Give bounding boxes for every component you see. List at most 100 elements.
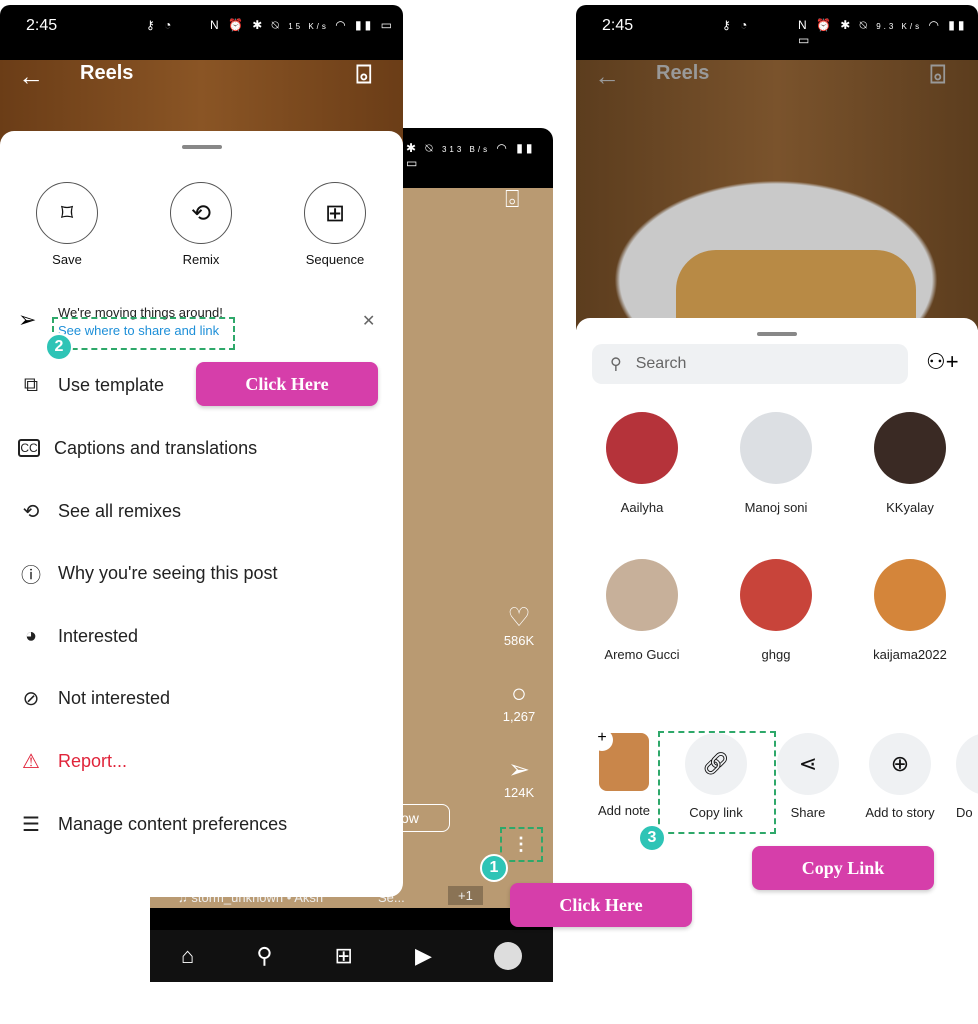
status-time: 2:45: [602, 17, 634, 34]
remix-icon: ⟲: [170, 182, 232, 244]
avatar: [874, 559, 946, 631]
camera-icon[interactable]: ⌻: [356, 59, 372, 91]
share-button[interactable]: ⋖ Share: [768, 733, 848, 820]
sequence-button[interactable]: ⊞ Sequence: [285, 182, 385, 267]
heart-icon: ♡: [507, 602, 531, 632]
comment-icon: ○: [511, 678, 527, 708]
phone-options-screen: 2:45 ⚷ ◔ N ⏰ ✱ ⍉ 15 K/s ◠ ▮▮ ▭ ← Reels ⌻…: [0, 5, 403, 897]
page-title: Reels: [656, 62, 710, 84]
sequence-label: Sequence: [305, 252, 365, 267]
action-label: Do: [956, 805, 973, 820]
bookmark-icon: ⌑: [36, 182, 98, 244]
menu-label: Not interested: [58, 687, 171, 708]
contact-item[interactable]: kaijama2022: [850, 559, 970, 662]
comment-count: 1,267: [502, 709, 536, 724]
contact-name: kaijama2022: [873, 647, 947, 662]
contact-item[interactable]: KKyalay: [850, 412, 970, 515]
action-label: Add note: [597, 803, 651, 818]
menu-item-interested[interactable]: ◕ Interested: [18, 621, 138, 651]
menu-label: See all remixes: [58, 500, 182, 521]
menu-label: Interested: [58, 625, 139, 646]
contact-item[interactable]: ghgg: [716, 559, 836, 662]
menu-item-see-remixes[interactable]: ⟲ See all remixes: [18, 496, 181, 526]
close-icon[interactable]: ✕: [362, 311, 375, 331]
like-button[interactable]: ♡ 586K: [499, 602, 539, 648]
contact-name: Aremo Gucci: [604, 647, 680, 662]
back-arrow-icon[interactable]: ←: [18, 61, 44, 92]
contact-item[interactable]: Manoj soni: [716, 412, 836, 515]
menu-item-why-seeing[interactable]: ⓘ Why you're seeing this post: [18, 558, 278, 588]
click-here-callout-1: Click Here: [196, 362, 378, 406]
step-badge-3: 3: [638, 824, 666, 852]
plus-count[interactable]: +1: [448, 886, 483, 905]
profile-icon[interactable]: [493, 942, 522, 970]
menu-item-captions[interactable]: CC Captions and translations: [18, 433, 257, 463]
contact-name: Aailyha: [620, 500, 664, 515]
status-bar: 2:45 ⚷ ◔ N ⏰ ✱ ⍉ 9.3 K/s ◠ ▮▮ ▭: [576, 5, 978, 60]
camera-icon[interactable]: ⌻: [930, 59, 946, 91]
status-icons: ⚷ ◔: [146, 18, 175, 32]
page-title: Reels: [80, 62, 134, 84]
report-icon: ⚠: [22, 750, 40, 773]
status-icons: ⚷ ◔: [722, 18, 751, 32]
menu-label: Manage content preferences: [58, 813, 288, 834]
contact-name: KKyalay: [886, 500, 934, 515]
status-time: 2:45: [26, 17, 58, 34]
sliders-icon: ☰: [22, 813, 40, 836]
add-to-story-button[interactable]: ⊕ Add to story: [860, 733, 940, 820]
create-icon[interactable]: ⊞: [335, 943, 353, 969]
sheet-handle[interactable]: [757, 332, 797, 336]
menu-item-use-template[interactable]: ⧉ Use template: [18, 370, 164, 400]
remix-label: Remix: [182, 252, 220, 267]
contact-item[interactable]: Aremo Gucci: [582, 559, 702, 662]
menu-label: Report...: [58, 750, 128, 771]
sheet-handle[interactable]: [181, 145, 222, 149]
reels-icon[interactable]: ▶: [415, 943, 432, 969]
menu-item-manage-preferences[interactable]: ☰ Manage content preferences: [18, 809, 287, 839]
camera-icon[interactable]: ⌻: [505, 186, 519, 214]
eye-icon: ◕: [24, 624, 38, 647]
save-button[interactable]: ⌑ Save: [17, 182, 117, 267]
search-input[interactable]: ⚲ Search: [592, 344, 908, 384]
avatar: [874, 412, 946, 484]
menu-item-report[interactable]: ⚠ Report...: [18, 746, 127, 776]
send-icon: ➢: [18, 307, 37, 332]
search-icon[interactable]: ⚲: [256, 943, 272, 969]
menu-label: Use template: [58, 374, 165, 395]
download-icon: [956, 733, 978, 795]
home-icon[interactable]: ⌂: [181, 943, 194, 969]
add-note-button[interactable]: + Add note: [586, 729, 662, 818]
search-placeholder: Search: [635, 355, 687, 372]
avatar: [606, 412, 678, 484]
contact-name: Manoj soni: [744, 500, 808, 515]
download-button[interactable]: Do: [956, 733, 978, 820]
send-icon: ➢: [508, 754, 530, 784]
click-here-callout-2: Click Here: [510, 883, 692, 927]
contact-name: ghgg: [761, 647, 791, 662]
status-icons: ✱ ⍉ 313 B/s ◠ ▮▮ ▭: [406, 141, 536, 170]
step-badge-2: 2: [45, 333, 73, 361]
status-icons-right: N ⏰ ✱ ⍉ 15 K/s ◠ ▮▮ ▭: [210, 18, 395, 32]
status-icons-right: N ⏰ ✱ ⍉ 9.3 K/s ◠ ▮▮ ▭: [798, 18, 968, 47]
share-icon: ⋖: [777, 733, 839, 795]
comment-button[interactable]: ○ 1,267: [499, 678, 539, 724]
highlight-share-link: [52, 317, 235, 350]
status-bar: 2:45 ⚷ ◔ N ⏰ ✱ ⍉ 15 K/s ◠ ▮▮ ▭: [0, 5, 403, 60]
avatar: [740, 412, 812, 484]
action-label: Share: [790, 805, 826, 820]
menu-label: Captions and translations: [54, 437, 258, 458]
phone-share-screen: 2:45 ⚷ ◔ N ⏰ ✱ ⍉ 9.3 K/s ◠ ▮▮ ▭ ← Reels …: [576, 5, 978, 865]
note-thumbnail: +: [591, 729, 649, 791]
menu-item-not-interested[interactable]: ⊘ Not interested: [18, 683, 170, 713]
contact-item[interactable]: Aailyha: [582, 412, 702, 515]
share-count: 124K: [503, 785, 535, 800]
avatar: [606, 559, 678, 631]
remix-button[interactable]: ⟲ Remix: [151, 182, 251, 267]
back-arrow-icon[interactable]: ←: [594, 61, 620, 92]
avatar: [740, 559, 812, 631]
highlight-more-options: [500, 827, 543, 862]
captions-icon: CC: [18, 439, 40, 457]
add-people-icon[interactable]: ⚇+: [926, 349, 959, 375]
menu-label: Why you're seeing this post: [58, 562, 278, 583]
share-button[interactable]: ➢ 124K: [499, 754, 539, 800]
